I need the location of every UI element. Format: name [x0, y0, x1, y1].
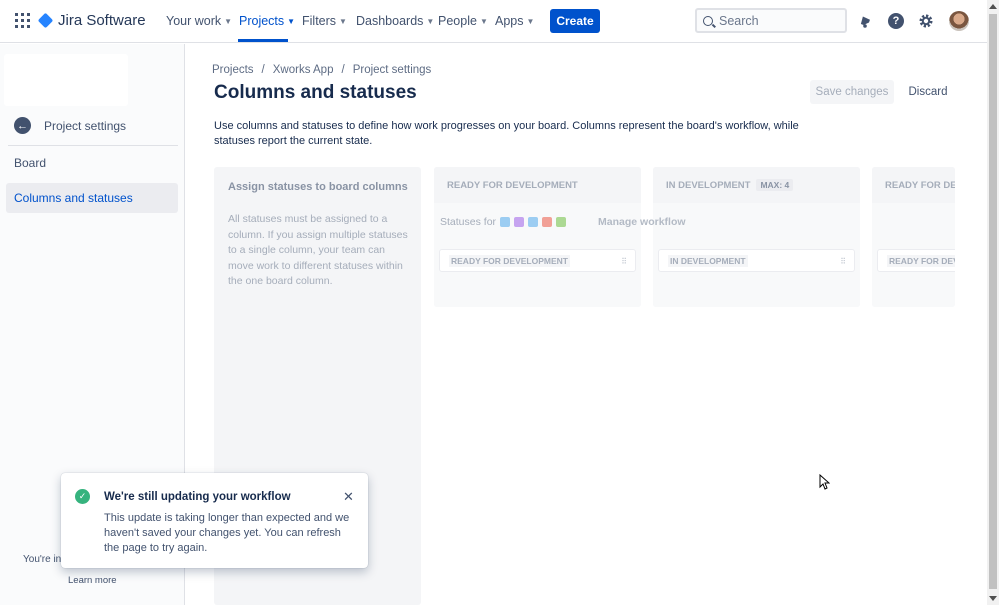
status-card[interactable]: READY FOR DEVA [877, 249, 955, 272]
sidebar-item-columns-and-statuses[interactable]: Columns and statuses [6, 183, 178, 213]
page-scrollbar[interactable] [987, 0, 999, 605]
flag-body: This update is taking longer than expect… [104, 512, 350, 554]
breadcrumb-project[interactable]: Xworks App [273, 64, 334, 76]
nav-dashboards[interactable]: Dashboards ▼ [356, 14, 434, 28]
nav-your-work[interactable]: Your work ▼ [166, 14, 232, 28]
nav-projects[interactable]: Projects ▼ [239, 14, 295, 28]
chevron-down-icon: ▼ [287, 16, 296, 26]
status-lozenge: IN DEVELOPMENT [668, 254, 748, 267]
bug-icon [542, 217, 553, 227]
project-avatar [4, 54, 128, 106]
manage-workflow-link[interactable]: Manage workflow [598, 216, 686, 228]
save-changes-button[interactable]: Save changes [810, 80, 894, 104]
statuses-for-row: Statuses for Manage workflow [440, 216, 686, 228]
sidebar-divider [8, 145, 178, 146]
drag-handle-icon[interactable]: ⠿ [840, 257, 846, 266]
board-column[interactable]: READY FOR DEVA READY FOR DEVA [872, 167, 955, 307]
board-column[interactable]: READY FOR DEVELOPMENT READY FOR DEVELOPM… [434, 167, 641, 307]
status-card[interactable]: READY FOR DEVELOPMENT ⠿ [439, 249, 636, 272]
column-title: IN DEVELOPMENT [666, 179, 751, 191]
search-field[interactable] [695, 8, 847, 33]
jira-diamond-icon [37, 12, 54, 29]
column-header[interactable]: READY FOR DEVELOPMENT [434, 167, 641, 203]
breadcrumb-projects[interactable]: Projects [212, 64, 254, 76]
top-navigation: Jira Software Your work ▼ Projects ▼ Filte… [0, 0, 987, 43]
nav-people[interactable]: People ▼ [438, 14, 488, 28]
nav-apps[interactable]: Apps ▼ [495, 14, 534, 28]
assign-panel-title: Assign statuses to board columns [228, 181, 408, 193]
close-icon[interactable]: ✕ [343, 490, 354, 503]
jira-logo[interactable]: Jira Software [37, 12, 146, 29]
active-nav-indicator [238, 39, 288, 42]
chevron-down-icon: ▼ [224, 16, 233, 26]
app-switcher-icon[interactable] [15, 13, 30, 28]
arrow-left-icon: ← [14, 117, 31, 134]
breadcrumb: Projects / Xworks App / Project settings [212, 64, 431, 76]
chevron-down-icon: ▼ [526, 16, 535, 26]
status-lozenge: READY FOR DEVELOPMENT [449, 254, 570, 267]
nav-label: Dashboards [356, 14, 424, 28]
mouse-cursor-icon [819, 473, 831, 495]
learn-more-link[interactable]: Learn more [68, 575, 117, 586]
scroll-down-arrow-icon[interactable] [989, 596, 997, 601]
help-icon[interactable]: ? [887, 12, 905, 30]
back-to-project-settings[interactable]: ← Project settings [14, 117, 126, 134]
user-avatar[interactable] [949, 11, 969, 31]
page-title: Columns and statuses [214, 82, 417, 103]
board-column[interactable]: IN DEVELOPMENT MAX: 4 IN DEVELOPMENT ⠿ [653, 167, 860, 307]
story-icon [556, 217, 567, 227]
scrollbar-thumb[interactable] [989, 14, 997, 589]
page-description: Use columns and statuses to define how w… [214, 120, 799, 147]
success-check-icon: ✓ [75, 489, 90, 504]
chevron-down-icon: ▼ [426, 16, 435, 26]
subtask-icon [528, 217, 539, 227]
nav-filters[interactable]: Filters ▼ [302, 14, 347, 28]
back-label: Project settings [44, 118, 127, 133]
nav-label: People [438, 14, 477, 28]
task-icon [500, 217, 511, 227]
create-button[interactable]: Create [550, 9, 600, 33]
status-card[interactable]: IN DEVELOPMENT ⠿ [658, 249, 855, 272]
statuses-for-label: Statuses for [440, 216, 497, 228]
nav-label: Your work [166, 14, 222, 28]
breadcrumb-separator: / [341, 64, 345, 76]
scroll-up-arrow-icon[interactable] [989, 4, 997, 9]
search-icon [703, 15, 713, 26]
chevron-down-icon: ▼ [479, 16, 488, 26]
settings-gear-icon[interactable] [917, 12, 935, 30]
column-header[interactable]: READY FOR DEVA [872, 167, 955, 203]
sidebar-item-board[interactable]: Board [6, 148, 178, 178]
drag-handle-icon[interactable]: ⠿ [621, 257, 627, 266]
nav-label: Projects [239, 14, 285, 28]
chevron-down-icon: ▼ [339, 16, 347, 26]
search-input[interactable] [719, 13, 839, 28]
discard-button[interactable]: Discard [903, 80, 953, 104]
breadcrumb-settings[interactable]: Project settings [353, 64, 432, 76]
nav-label: Filters [302, 14, 337, 28]
brand-name: Jira Software [58, 12, 146, 29]
column-limit-badge: MAX: 4 [756, 179, 794, 191]
breadcrumb-separator: / [261, 64, 265, 76]
notifications-icon[interactable] [856, 12, 874, 30]
column-title: READY FOR DEVELOPMENT [447, 179, 578, 191]
flag-title: We're still updating your workflow [104, 491, 291, 503]
sidebar-footer-text: You're in [23, 554, 62, 565]
column-title: READY FOR DEVA [885, 179, 955, 191]
column-header[interactable]: IN DEVELOPMENT MAX: 4 [653, 167, 860, 203]
workflow-update-flag: ✓ We're still updating your workflow Thi… [61, 473, 368, 568]
epic-icon [514, 217, 525, 227]
nav-label: Apps [495, 14, 524, 28]
status-lozenge: READY FOR DEVA [887, 254, 955, 267]
assign-panel-text: All statuses must be assigned to a colum… [228, 213, 408, 287]
